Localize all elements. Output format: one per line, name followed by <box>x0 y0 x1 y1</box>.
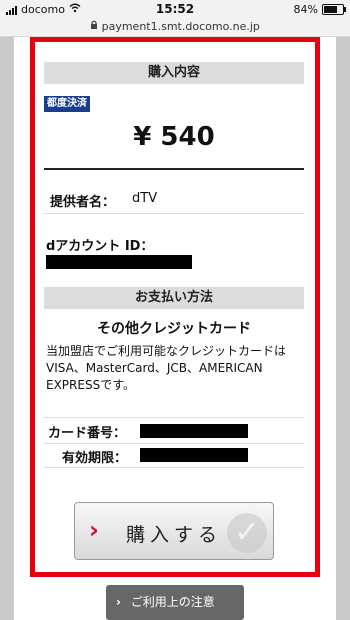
status-bar: docomo 15:52 84% <box>0 0 350 20</box>
url-bar[interactable]: payment1.smt.docomo.ne.jp <box>0 20 350 37</box>
check-icon: ✓ <box>227 513 267 553</box>
account-id-redacted <box>46 255 192 269</box>
url-text: payment1.smt.docomo.ne.jp <box>101 20 260 33</box>
divider <box>44 417 304 418</box>
purchase-header: 購入内容 <box>44 62 304 84</box>
battery-icon <box>322 4 346 15</box>
divider <box>44 168 304 170</box>
expiry-redacted <box>140 448 248 462</box>
payment-method-description: 当加盟店でご利用可能なクレジットカードはVISA、MasterCard、JCB、… <box>46 344 287 392</box>
card-number-label: カード番号： <box>48 426 127 441</box>
status-right: 84% <box>293 3 346 16</box>
usage-notice-label: ご利用上の注意 <box>130 595 215 609</box>
usage-notice-button[interactable]: › ご利用上の注意 <box>106 585 244 620</box>
divider <box>44 443 304 444</box>
lock-icon <box>90 20 102 33</box>
divider <box>44 213 304 214</box>
battery-percent: 84% <box>293 3 318 16</box>
chevron-right-icon: › <box>116 595 121 609</box>
buy-button[interactable]: › 購入する ✓ <box>74 502 274 560</box>
payment-type-badge: 都度決済 <box>44 96 90 112</box>
card-number-redacted <box>140 424 248 438</box>
provider-label: 提供者名： <box>50 195 116 210</box>
provider-value: dTV <box>132 191 158 206</box>
payment-method-title: その他クレジットカード <box>97 321 251 337</box>
account-id-label: dアカウント ID： <box>46 239 154 254</box>
price: ¥ 540 <box>133 122 215 152</box>
expiry-label: 有効期限： <box>62 451 128 466</box>
divider <box>44 467 304 468</box>
payment-method-header: お支払い方法 <box>44 287 304 309</box>
